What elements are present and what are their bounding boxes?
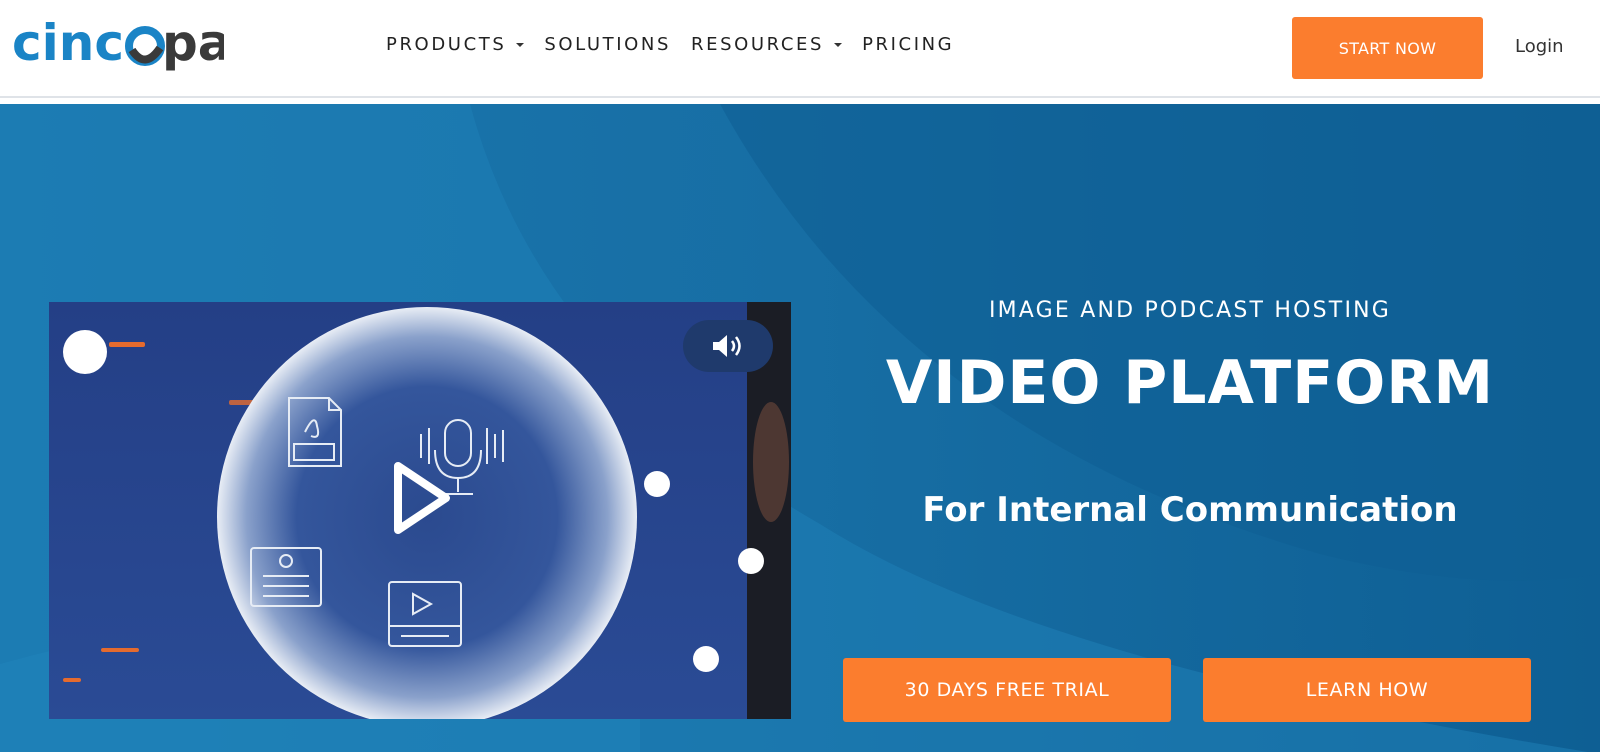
cincopa-logo[interactable]: cinc pa <box>12 10 224 80</box>
logo-swirl-icon <box>125 26 165 66</box>
nav-label-resources: RESOURCES <box>691 34 825 55</box>
nav-item-solutions[interactable]: SOLUTIONS <box>544 34 671 55</box>
nav-item-products[interactable]: PRODUCTS <box>386 34 525 55</box>
start-now-label: START NOW <box>1338 38 1437 58</box>
nav-item-resources[interactable]: RESOURCES <box>691 34 843 55</box>
start-now-button[interactable]: START NOW <box>1292 17 1483 79</box>
free-trial-button[interactable]: 30 DAYS FREE TRIAL <box>843 658 1171 722</box>
nav-item-pricing[interactable]: PRICING <box>862 34 954 55</box>
logo-text-cinc: cinc <box>12 14 124 72</box>
logo-text-pa: pa <box>162 14 224 72</box>
hero-section: IMAGE AND PODCAST HOSTING VIDEO PLATFORM… <box>0 104 1600 752</box>
free-trial-label: 30 DAYS FREE TRIAL <box>904 679 1110 701</box>
nav-label-products: PRODUCTS <box>386 34 507 55</box>
hero-headline: VIDEO PLATFORM <box>885 348 1495 418</box>
site-header: cinc pa PRODUCTS SOLUTIONS RESOURCES PRI… <box>0 0 1600 98</box>
nav-label-pricing: PRICING <box>862 34 955 55</box>
learn-how-button[interactable]: LEARN HOW <box>1203 658 1531 722</box>
learn-how-label: LEARN HOW <box>1305 679 1429 701</box>
login-link[interactable]: Login <box>1515 36 1564 57</box>
main-nav: PRODUCTS SOLUTIONS RESOURCES PRICING <box>386 34 974 55</box>
play-button[interactable] <box>392 458 452 538</box>
chevron-down-icon <box>834 42 843 47</box>
volume-button[interactable] <box>683 320 773 372</box>
play-icon <box>394 462 450 534</box>
volume-icon <box>713 335 741 357</box>
hero-subhead: For Internal Communication <box>922 490 1458 530</box>
video-player[interactable] <box>49 302 791 719</box>
hero-eyebrow: IMAGE AND PODCAST HOSTING <box>988 298 1392 323</box>
nav-label-solutions: SOLUTIONS <box>544 34 672 55</box>
chevron-down-icon <box>516 42 525 47</box>
